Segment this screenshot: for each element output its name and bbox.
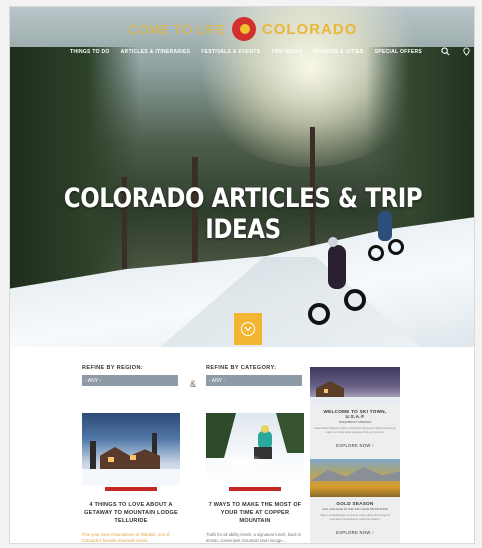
- bike-wheel: [368, 245, 384, 261]
- card-title[interactable]: 4 THINGS TO LOVE ABOUT A GETAWAY TO MOUN…: [82, 501, 180, 525]
- promo-body: GOLD SEASON FALL FOLIAGE IN THE SAN JUAN…: [310, 497, 400, 543]
- nav-articles[interactable]: ARTICLES & ITINERARIES: [121, 49, 191, 55]
- region-filter: REFINE BY REGION: - ANY -: [82, 365, 178, 386]
- promo-body: WELCOME TO SKI TOWN, U.S.A.® STEAMBOAT S…: [310, 405, 400, 459]
- card-image-lodge: [82, 413, 180, 485]
- main-nav: THINGS TO DO ARTICLES & ITINERARIES FEST…: [70, 47, 470, 57]
- colorado-c-logo-icon: [231, 17, 256, 41]
- promo-text: Take in a kaleidoscope of autumn colors …: [320, 514, 390, 521]
- promo-card[interactable]: WELCOME TO SKI TOWN, U.S.A.® STEAMBOAT S…: [310, 367, 400, 459]
- map-button[interactable]: [462, 47, 471, 57]
- explore-now-button[interactable]: EXPLORE NOW ›: [336, 530, 374, 535]
- map-pin-icon: [463, 47, 470, 56]
- hero-banner: COME TO LIFE COLORADO THINGS TO DO ARTIC…: [10, 7, 474, 347]
- promo-image-ski-town: [310, 367, 400, 405]
- promo-subtitle: FALL FOLIAGE IN THE SAN JUAN MOUNTAINS: [322, 507, 388, 511]
- filter-separator: &: [190, 379, 197, 389]
- region-select[interactable]: - ANY -: [82, 375, 178, 386]
- card-accent-bar: [105, 487, 157, 491]
- nav-utility-icons: [441, 47, 474, 57]
- site-logo[interactable]: COME TO LIFE COLORADO: [10, 17, 474, 41]
- hero-title: COLORADO ARTICLES & TRIP IDEAS: [63, 183, 423, 245]
- nav-festivals-events[interactable]: FESTIVALS & EVENTS: [201, 49, 260, 55]
- nav-things-to-do[interactable]: THINGS TO DO: [70, 49, 110, 55]
- card-title[interactable]: 7 WAYS TO MAKE THE MOST OF YOUR TIME AT …: [206, 501, 304, 525]
- category-filter: REFINE BY CATEGORY: - ANY -: [206, 365, 302, 386]
- promo-image-gold-season: [310, 459, 400, 497]
- promo-subtitle: STEAMBOAT SPRINGS: [338, 420, 372, 424]
- scroll-down-button[interactable]: [234, 313, 262, 345]
- chevron-down-icon: [241, 322, 255, 336]
- card-description: Trails for all ability levels, a signatu…: [206, 532, 302, 543]
- article-card[interactable]: 4 THINGS TO LOVE ABOUT A GETAWAY TO MOUN…: [82, 413, 180, 543]
- rider: [328, 245, 346, 289]
- card-image-skier: [206, 413, 304, 485]
- nav-trip-ideas[interactable]: TRIP IDEAS: [271, 49, 302, 55]
- brand-name: COLORADO: [261, 20, 358, 38]
- promo-title: WELCOME TO SKI TOWN, U.S.A.®: [323, 409, 387, 419]
- card-description: Fine your inner mountaineer at Telluride…: [82, 532, 170, 543]
- promo-title: GOLD SEASON: [336, 501, 374, 506]
- bike-wheel: [344, 289, 366, 311]
- category-select[interactable]: - ANY -: [206, 375, 302, 386]
- explore-now-button[interactable]: EXPLORE NOW ›: [336, 443, 374, 448]
- article-card[interactable]: 7 WAYS TO MAKE THE MOST OF YOUR TIME AT …: [206, 413, 304, 543]
- nav-regions-cities[interactable]: REGIONS & CITIES: [313, 49, 363, 55]
- promo-card[interactable]: GOLD SEASON FALL FOLIAGE IN THE SAN JUAN…: [310, 459, 400, 543]
- brand-tagline: COME TO LIFE: [128, 21, 226, 37]
- region-filter-label: REFINE BY REGION:: [82, 365, 144, 371]
- page-frame: COME TO LIFE COLORADO THINGS TO DO ARTIC…: [9, 6, 475, 544]
- nav-special-offers[interactable]: SPECIAL OFFERS: [375, 49, 422, 55]
- search-icon: [441, 47, 450, 56]
- card-accent-bar: [229, 487, 281, 491]
- promo-text: Steamboat's Western charm, world-class s…: [314, 427, 396, 434]
- search-button[interactable]: [441, 47, 450, 57]
- category-filter-label: REFINE BY CATEGORY:: [206, 365, 277, 371]
- bike-wheel: [308, 303, 330, 325]
